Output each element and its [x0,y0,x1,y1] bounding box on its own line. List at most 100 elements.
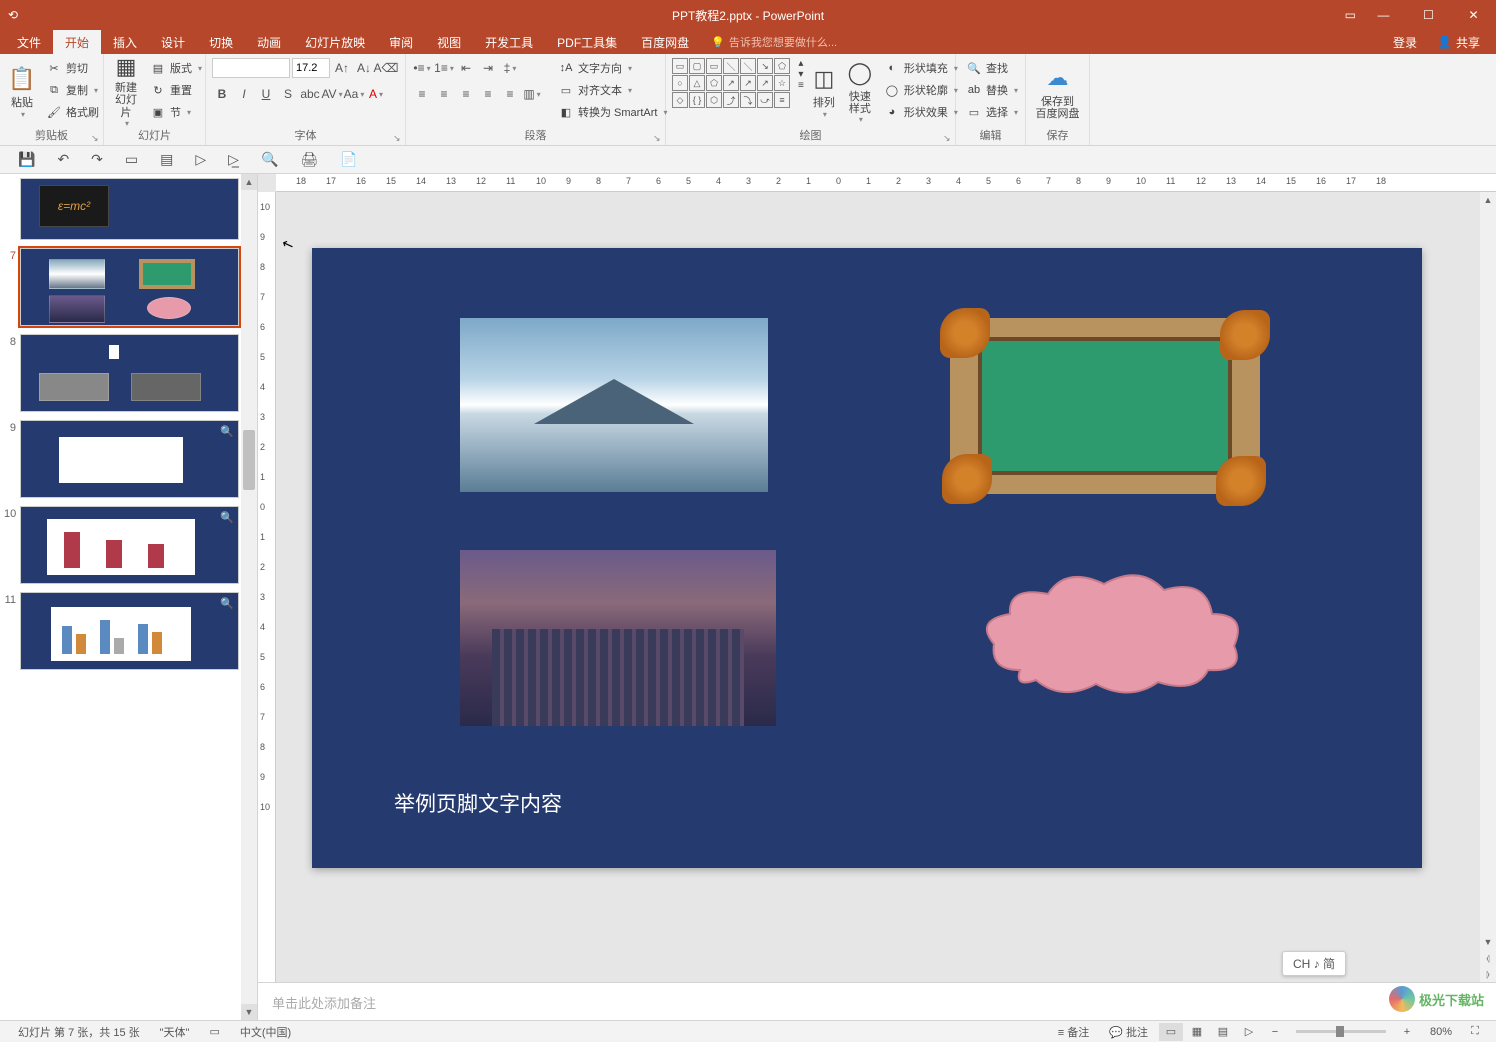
numbering-icon[interactable]: 1≡▾ [434,58,454,78]
gallery-more-icon[interactable]: ≡ [798,80,804,91]
gallery-more-icon[interactable]: ▴ [798,58,803,69]
undo-icon[interactable]: ↶ [57,151,69,168]
ribbon-display-options-icon[interactable]: ▭ [1345,8,1356,22]
export-icon[interactable]: 📄 [340,151,357,168]
image-chalkboard[interactable] [950,318,1260,494]
scrollbar-thumb[interactable] [243,430,255,490]
notes-toggle[interactable]: ≡ 备注 [1048,1024,1099,1040]
touch-mode-icon[interactable]: ▭ [125,151,138,168]
format-painter-button[interactable]: 🖌格式刷 [42,102,103,122]
find-button[interactable]: 🔍查找 [962,58,1022,78]
font-size-input[interactable] [292,58,330,78]
ime-indicator[interactable]: CH ♪ 简 [1282,951,1346,976]
tab-design[interactable]: 设计 [149,30,197,54]
comments-toggle[interactable]: 💬 批注 [1099,1024,1158,1040]
char-spacing-icon[interactable]: AV▾ [322,84,342,104]
paragraph-dialog-launcher[interactable]: ↘ [653,133,663,143]
layout-button[interactable]: ▤版式▾ [146,58,206,78]
maximize-button[interactable]: ☐ [1406,0,1451,30]
line-spacing-icon[interactable]: ‡▾ [500,58,520,78]
new-slide-button[interactable]: ▦ 新建 幻灯片 ▾ [110,58,142,124]
thumbnail-slide-9[interactable]: 9 🔍 [4,420,239,498]
scroll-up-icon[interactable]: ▲ [1480,192,1496,208]
increase-indent-icon[interactable]: ⇥ [478,58,498,78]
thumbnail-slide-8[interactable]: 8 [4,334,239,412]
zoom-slider[interactable] [1296,1030,1386,1033]
status-language[interactable]: 中文(中国) [230,1024,301,1040]
save-icon[interactable]: 💾 [18,151,35,168]
tab-pdftools[interactable]: PDF工具集 [545,30,629,54]
tab-transitions[interactable]: 切换 [197,30,245,54]
tell-me-search[interactable]: 💡告诉我您想要做什么... [701,30,847,54]
clear-format-icon[interactable]: A⌫ [376,58,396,78]
tab-slideshow[interactable]: 幻灯片放映 [293,30,377,54]
notes-pane[interactable]: 单击此处添加备注 CH ♪ 简 [258,982,1496,1020]
gallery-more-icon[interactable]: ▾ [798,69,803,80]
chevron-down-icon[interactable]: ▾ [21,110,25,119]
scroll-down-icon[interactable]: ▼ [241,1004,257,1020]
shape-effects-button[interactable]: ◕形状效果▾ [880,102,962,122]
columns-icon[interactable]: ▥▾ [522,84,542,104]
tab-review[interactable]: 审阅 [377,30,425,54]
bold-icon[interactable]: B [212,84,232,104]
font-color-icon[interactable]: A▾ [366,84,386,104]
next-slide-icon[interactable]: ⦊ [1480,966,1496,982]
scroll-up-icon[interactable]: ▲ [241,174,257,190]
shape-fill-button[interactable]: ◐形状填充▾ [880,58,962,78]
decrease-indent-icon[interactable]: ⇤ [456,58,476,78]
shadow-icon[interactable]: abc [300,84,320,104]
shapes-gallery[interactable]: ▭▢▭＼＼↘⬠ ○△⬠↗↗↗☆ ◇{ }⬡⤴⤵⤻≡ [672,58,790,108]
replace-button[interactable]: ab替换▾ [962,80,1022,100]
quick-style-button[interactable]: ◯ 快速样式▾ [844,58,876,124]
tab-developer[interactable]: 开发工具 [473,30,545,54]
tab-animations[interactable]: 动画 [245,30,293,54]
distribute-icon[interactable]: ≡ [500,84,520,104]
zoom-icon[interactable]: 🔍 [261,151,278,168]
underline-icon[interactable]: U [256,84,276,104]
copy-button[interactable]: ⧉复制▾ [42,80,103,100]
cut-button[interactable]: ✂剪切 [42,58,103,78]
thumbnail-slide-10[interactable]: 10 🔍 [4,506,239,584]
thumbnail-slide-6[interactable]: ε=mc² [4,178,239,240]
share-button[interactable]: 👤共享 [1429,34,1488,51]
scroll-down-icon[interactable]: ▼ [1480,934,1496,950]
image-cityscape[interactable] [460,550,776,726]
justify-icon[interactable]: ≡ [478,84,498,104]
slide-canvas[interactable]: 举例页脚文字内容 [312,248,1422,868]
redo-icon[interactable]: ↷ [91,151,103,168]
tab-home[interactable]: 开始 [53,30,101,54]
font-name-input[interactable] [212,58,290,78]
minimize-button[interactable]: — [1361,0,1406,30]
save-baidu-button[interactable]: ☁ 保存到 百度网盘 [1032,58,1083,124]
reset-button[interactable]: ↻重置 [146,80,206,100]
tab-baidu[interactable]: 百度网盘 [629,30,701,54]
zoom-level[interactable]: 80% [1420,1026,1462,1038]
decrease-font-icon[interactable]: A↓ [354,58,374,78]
status-slide-info[interactable]: 幻灯片 第 7 张，共 15 张 [8,1024,150,1040]
align-text-button[interactable]: ▭对齐文本▾ [554,80,671,100]
text-direction-button[interactable]: ↕A文字方向▾ [554,58,671,78]
increase-font-icon[interactable]: A↑ [332,58,352,78]
status-theme[interactable]: "天体" [150,1024,200,1040]
clipboard-dialog-launcher[interactable]: ↘ [91,133,101,143]
tab-view[interactable]: 视图 [425,30,473,54]
image-mountain[interactable] [460,318,768,492]
align-center-icon[interactable]: ≡ [434,84,454,104]
status-spellcheck-icon[interactable]: ▭ [199,1025,229,1038]
slide-footer-text[interactable]: 举例页脚文字内容 [394,788,562,818]
bullets-icon[interactable]: •≡▾ [412,58,432,78]
select-button[interactable]: ▭选择▾ [962,102,1022,122]
paste-button[interactable]: 📋 粘贴 ▾ [6,58,38,124]
shape-outline-button[interactable]: ◯形状轮廓▾ [880,80,962,100]
signin-button[interactable]: 登录 [1385,34,1425,51]
canvas-scrollbar[interactable]: ▲ ▼ ⦉ ⦊ [1480,192,1496,982]
tab-insert[interactable]: 插入 [101,30,149,54]
align-left-icon[interactable]: ≡ [412,84,432,104]
from-beginning-icon[interactable]: ▷ [195,151,206,168]
shape-cloud[interactable] [980,570,1248,698]
italic-icon[interactable]: I [234,84,254,104]
arrange-button[interactable]: ◫ 排列▾ [808,58,840,124]
close-button[interactable]: ✕ [1451,0,1496,30]
strike-icon[interactable]: S [278,84,298,104]
thumbnail-slide-11[interactable]: 11 🔍 [4,592,239,670]
